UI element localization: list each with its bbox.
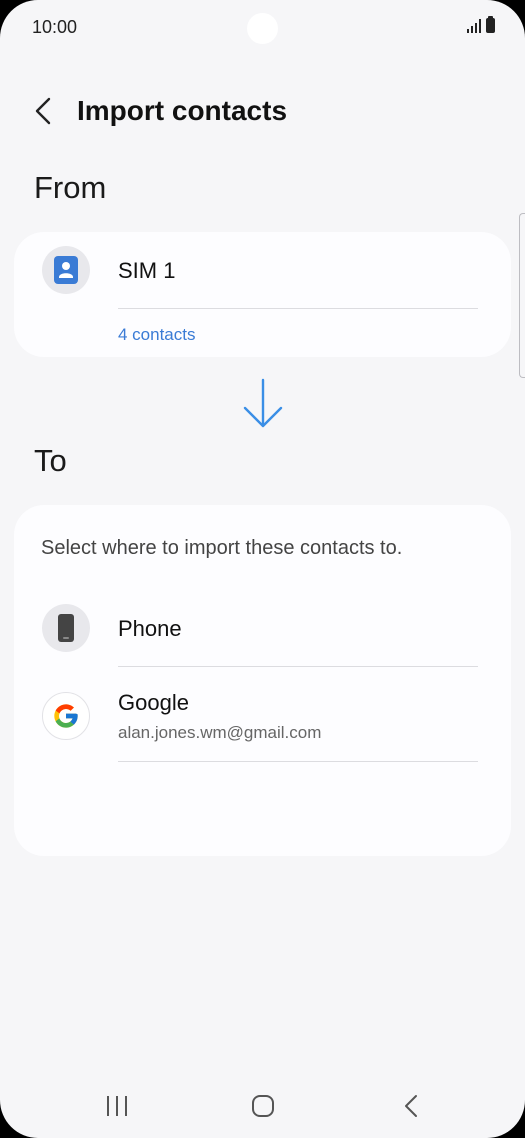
sim-name: SIM 1 [118,258,176,283]
contact-card-icon [54,256,78,284]
status-time: 10:00 [32,17,78,37]
from-label: From [34,170,107,205]
recent-apps-button[interactable] [87,1088,147,1124]
divider [118,308,478,309]
scroll-handle[interactable] [519,213,525,378]
google-logo-icon [54,704,78,728]
phone-option-label: Phone [118,616,182,641]
battery-icon [486,16,495,33]
status-bar: 10:00 [0,0,525,56]
home-button[interactable] [233,1088,293,1124]
camera-cutout [247,13,278,44]
sim-icon-circle [42,246,90,294]
google-account-email: alan.jones.wm@gmail.com [118,723,322,742]
destination-option-google[interactable]: Google alan.jones.wm@gmail.com [14,667,511,762]
page-title: Import contacts [77,95,288,126]
phone-icon-circle [42,604,90,652]
recent-apps-icon [107,1096,127,1116]
google-icon-circle [42,692,90,740]
status-icons [467,16,495,33]
divider [118,761,478,762]
destination-option-phone[interactable]: Phone [14,597,511,667]
back-button[interactable] [22,90,64,132]
contacts-count-link[interactable]: 4 contacts [118,325,196,345]
destination-hint: Select where to import these contacts to… [41,537,403,559]
signal-icon [467,19,481,33]
from-card: SIM 1 4 contacts [14,232,511,357]
sim-source-row[interactable]: SIM 1 [14,232,511,308]
home-icon [252,1095,274,1117]
navigation-bar [0,1078,525,1134]
screen: 10:00 Import contacts From SIM 1 4 conta… [0,0,525,1138]
system-back-button[interactable] [381,1088,441,1124]
google-option-label: Google [118,690,189,715]
to-card: Select where to import these contacts to… [14,505,511,856]
app-bar: Import contacts [0,80,525,140]
back-icon [405,1095,417,1117]
phone-device-icon [58,614,74,642]
to-label: To [34,443,67,478]
arrow-down-icon [243,378,283,428]
chevron-left-icon [35,97,51,125]
